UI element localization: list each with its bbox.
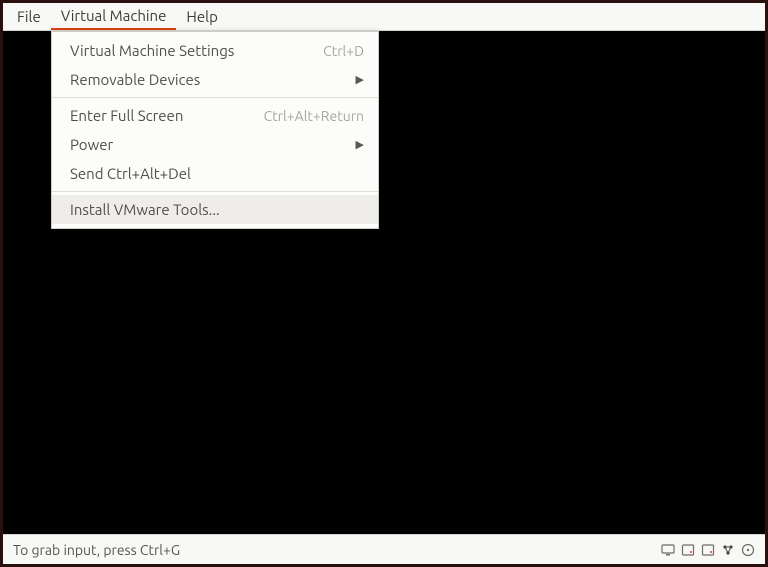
submenu-arrow-icon: ▶ bbox=[356, 73, 364, 86]
statusbar: To grab input, press Ctrl+G bbox=[3, 534, 765, 564]
menu-item-power[interactable]: Power ▶ bbox=[52, 130, 378, 159]
menu-item-vm-settings[interactable]: Virtual Machine Settings Ctrl+D bbox=[52, 36, 378, 65]
status-icons bbox=[661, 543, 755, 557]
menu-item-removable-devices[interactable]: Removable Devices ▶ bbox=[52, 65, 378, 94]
menu-item-label: Virtual Machine Settings bbox=[70, 42, 234, 59]
virtual-machine-dropdown: Virtual Machine Settings Ctrl+D Removabl… bbox=[51, 31, 379, 229]
menu-item-label: Install VMware Tools... bbox=[70, 201, 220, 218]
network-icon[interactable] bbox=[721, 543, 735, 557]
menu-item-full-screen[interactable]: Enter Full Screen Ctrl+Alt+Return bbox=[52, 101, 378, 130]
menu-virtual-machine[interactable]: Virtual Machine bbox=[51, 3, 177, 30]
menu-item-label: Removable Devices bbox=[70, 71, 200, 88]
menu-item-label: Power bbox=[70, 136, 113, 153]
menu-item-label: Send Ctrl+Alt+Del bbox=[70, 165, 191, 182]
vm-display-area[interactable]: Virtual Machine Settings Ctrl+D Removabl… bbox=[3, 31, 765, 534]
monitor-icon[interactable] bbox=[661, 543, 675, 557]
cd-icon[interactable] bbox=[741, 543, 755, 557]
menu-item-label: Enter Full Screen bbox=[70, 107, 183, 124]
status-hint: To grab input, press Ctrl+G bbox=[13, 542, 180, 558]
vm-window: File Virtual Machine Help Virtual Machin… bbox=[3, 3, 765, 564]
menu-separator bbox=[52, 191, 378, 192]
menu-item-shortcut: Ctrl+Alt+Return bbox=[264, 108, 364, 124]
menu-help[interactable]: Help bbox=[176, 4, 227, 29]
disk-icon[interactable] bbox=[701, 543, 715, 557]
menu-file[interactable]: File bbox=[7, 4, 51, 29]
menu-item-shortcut: Ctrl+D bbox=[323, 43, 364, 59]
menubar: File Virtual Machine Help bbox=[3, 3, 765, 31]
menu-item-send-cad[interactable]: Send Ctrl+Alt+Del bbox=[52, 159, 378, 188]
submenu-arrow-icon: ▶ bbox=[356, 138, 364, 151]
menu-item-install-vmware-tools[interactable]: Install VMware Tools... bbox=[52, 195, 378, 224]
disk-icon[interactable] bbox=[681, 543, 695, 557]
menu-separator bbox=[52, 97, 378, 98]
